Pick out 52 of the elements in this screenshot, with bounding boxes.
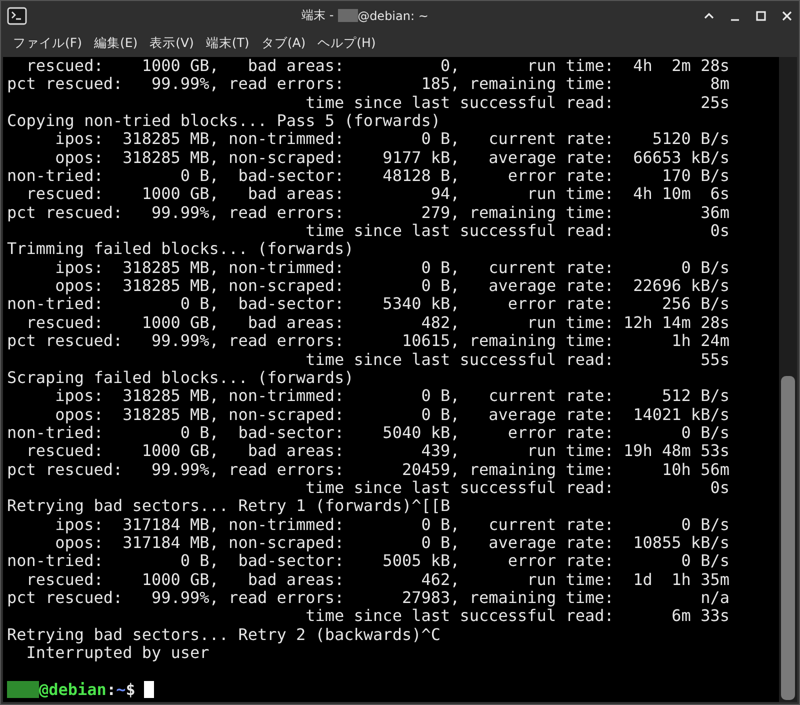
redacted-block: [7, 681, 39, 698]
terminal-line: Interrupted by user: [26, 644, 210, 662]
terminal-line: opos: 318285 MB, non-scraped: 0 B, average rate: 22696 kB/s: [54, 277, 730, 296]
terminal-line: Copying non-tried blocks... Pass 5 (forwards): [7, 112, 442, 130]
terminal-line: time since last successful read: 25s: [304, 94, 730, 112]
terminal-line: rescued: 1000 GB, bad areas: 439, run time: 19h 48m 53s: [25, 442, 730, 461]
prompt-path: ~: [116, 680, 126, 700]
menu-item[interactable]: タブ(A): [255, 32, 312, 55]
terminal-line: ipos: 317184 MB, non-trimmed: 0 B, current rate: 0 B/s: [54, 516, 730, 534]
terminal-line: non-tried: 0 B, bad-sector: 5040 kB, error rate: 0 B/s: [7, 424, 730, 442]
prompt-host: @debian: [39, 680, 106, 700]
terminal-line: Trimming failed blocks... (forwards): [7, 240, 355, 259]
terminal-line: rescued: 1000 GB, bad areas: 0, run time: 4h 2m 28s: [25, 57, 730, 76]
menu-item[interactable]: ファイル(F): [7, 32, 88, 55]
terminal-line: time since last successful read: 6m 33s: [304, 607, 730, 626]
terminal-line: pct rescued: 99.99%, read errors: 10615, remaining time: 1h 24m: [7, 332, 730, 350]
terminal-line: ipos: 318285 MB, non-trimmed: 0 B, current rate: 512 B/s: [55, 387, 730, 406]
terminal-line: Retrying bad sectors... Retry 1 (forwards)^[[B: [7, 497, 452, 516]
terminal-line: time since last successful read: 0s: [304, 478, 730, 498]
text-cursor: [144, 681, 154, 698]
terminal-line: non-tried: 0 B, bad-sector: 5340 kB, error rate: 256 B/s: [7, 295, 730, 314]
terminal-line: opos: 318285 MB, non-scraped: 9177 kB, average rate: 66653 kB/s: [54, 148, 730, 168]
redacted-block: [338, 9, 358, 22]
terminal-line: time since last successful read: 0s: [304, 222, 730, 240]
window-title: @debian: ~: [358, 8, 428, 22]
terminal-line: opos: 317184 MB, non-scraped: 0 B, average rate: 10855 kB/s: [54, 534, 730, 552]
terminal-line: Retrying bad sectors... Retry 2 (backwards)^C: [7, 626, 442, 644]
prompt-separator: :: [106, 680, 116, 700]
window-title: 端末 -: [302, 7, 335, 24]
terminal-line: pct rescued: 99.99%, read errors: 279, remaining time: 36m: [7, 204, 730, 222]
terminal-line: rescued: 1000 GB, bad areas: 482, run time: 12h 14m 28s: [25, 314, 730, 332]
terminal-line: pct rescued: 99.99%, read errors: 27983, remaining time: n/a: [7, 588, 730, 608]
terminal-line: rescued: 1000 GB, bad areas: 462, run time: 1d 1h 35m: [25, 570, 730, 589]
menu-item[interactable]: 編集(E): [88, 32, 144, 55]
terminal-line: ipos: 318285 MB, non-trimmed: 0 B, current rate: 5120 B/s: [55, 130, 730, 149]
scrollbar-thumb[interactable]: [781, 376, 795, 700]
terminal-line: pct rescued: 99.99%, read errors: 185, remaining time: 8m: [7, 75, 730, 94]
terminal-icon: [7, 6, 27, 24]
terminal-line: time since last successful read: 55s: [304, 350, 730, 369]
terminal-line: non-tried: 0 B, bad-sector: 48128 B, error rate: 170 B/s: [7, 167, 730, 186]
prompt-symbol: $: [126, 680, 136, 700]
close-icon[interactable]: [781, 10, 793, 22]
terminal-line: opos: 318285 MB, non-scraped: 0 B, average rate: 14021 kB/s: [54, 406, 730, 424]
maximize-icon[interactable]: [755, 10, 767, 22]
terminal-line: Scraping failed blocks... (forwards): [7, 368, 355, 388]
menu-item[interactable]: ヘルプ(H): [312, 32, 382, 55]
terminal-line: ipos: 318285 MB, non-trimmed: 0 B, current rate: 0 B/s: [54, 258, 730, 278]
terminal-line: non-tried: 0 B, bad-sector: 5005 kB, error rate: 0 B/s: [7, 552, 730, 571]
menu-item[interactable]: 表示(V): [144, 32, 200, 55]
terminal-line: rescued: 1000 GB, bad areas: 94, run time: 4h 10m 6s: [25, 185, 730, 204]
menu-item[interactable]: 端末(T): [200, 32, 256, 55]
terminal-line: pct rescued: 99.99%, read errors: 20459, remaining time: 10h 56m: [7, 460, 730, 479]
